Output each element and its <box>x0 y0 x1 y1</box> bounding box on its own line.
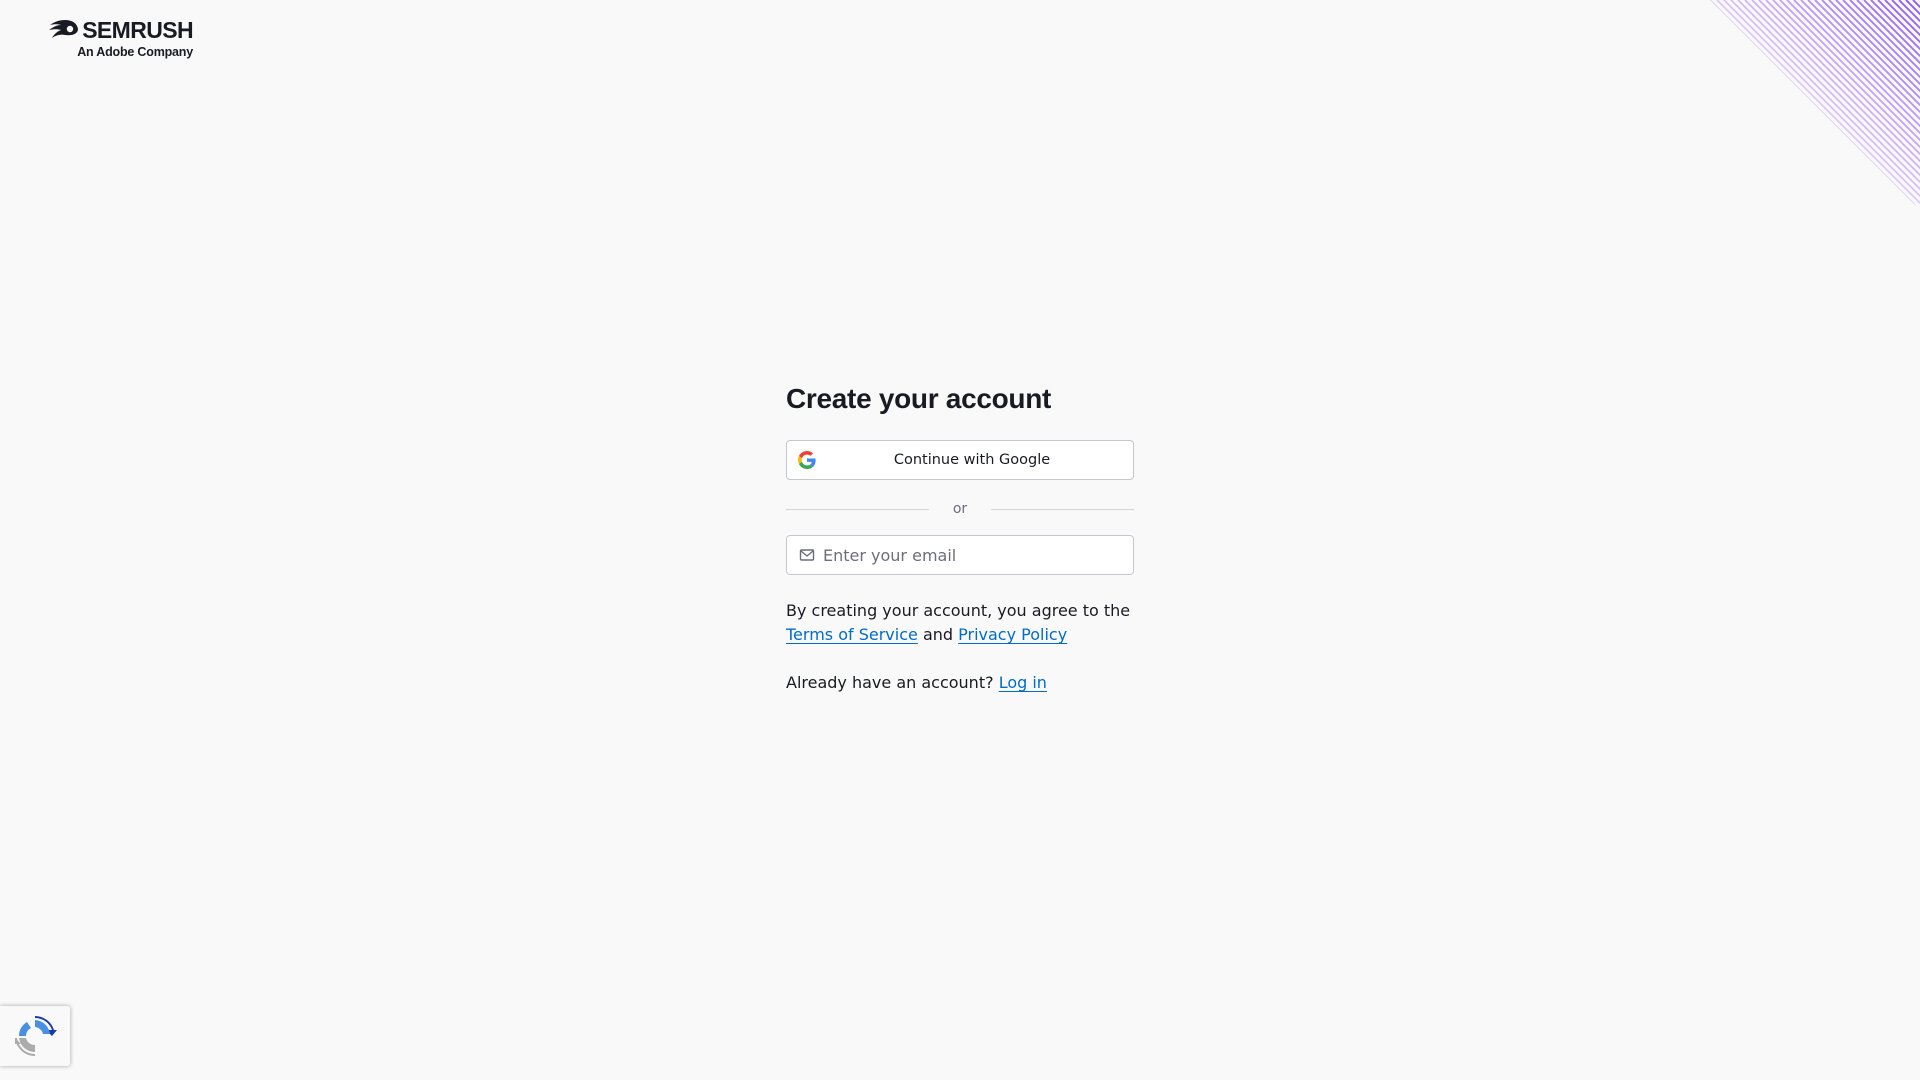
log-in-link[interactable]: Log in <box>999 673 1047 692</box>
terms-and: and <box>922 625 954 644</box>
login-prompt: Already have an account? Log in <box>786 671 1134 695</box>
terms-of-service-link[interactable]: Terms of Service <box>786 625 918 644</box>
google-button-label: Continue with Google <box>893 452 1051 468</box>
or-divider: or <box>786 498 1135 520</box>
divider-line-left <box>786 508 929 510</box>
stripe-mask <box>1710 0 1915 205</box>
privacy-policy-link[interactable]: Privacy Policy <box>958 625 1067 644</box>
login-prompt-text: Already have an account? <box>786 673 994 692</box>
email-input[interactable] <box>823 545 1113 565</box>
continue-with-google-button[interactable]: Continue with Google <box>786 440 1134 480</box>
divider-line-right <box>991 508 1135 510</box>
semrush-fireball-icon <box>49 20 79 38</box>
signup-form: Create your account Continue with Google… <box>786 380 1135 695</box>
google-g-icon <box>798 451 816 469</box>
logo-brand-text: SEMRUSH <box>82 17 193 43</box>
logo-top-row: SEMRUSH <box>48 17 194 43</box>
semrush-logo[interactable]: SEMRUSH An Adobe Company <box>40 17 194 59</box>
mail-icon <box>799 549 815 561</box>
email-field[interactable] <box>786 535 1134 575</box>
divider-text: or <box>952 501 968 517</box>
logo-subtitle: An Adobe Company <box>77 45 193 59</box>
page-title: Create your account <box>786 383 1052 414</box>
terms-prefix: By creating your account, you agree to t… <box>786 601 1131 620</box>
recaptcha-badge[interactable] <box>0 1006 70 1066</box>
recaptcha-icon <box>15 1016 57 1057</box>
signup-page: SEMRUSH An Adobe Company Create your acc… <box>0 0 1920 1080</box>
terms-text: By creating your account, you agree to t… <box>786 599 1134 647</box>
decorative-stripes <box>1710 0 1920 205</box>
